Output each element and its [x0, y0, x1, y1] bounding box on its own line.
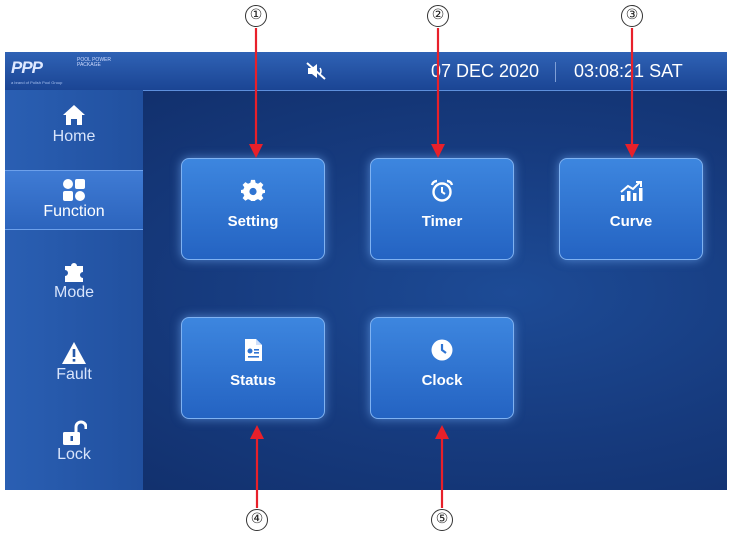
sidebar-item-label: Function: [43, 203, 105, 220]
callout-4: ④: [246, 509, 268, 531]
sidebar-item-label: Lock: [57, 446, 91, 463]
sidebar-item-lock[interactable]: Lock: [5, 414, 143, 472]
callout-2: ②: [427, 5, 449, 27]
brand-words: POOL POWER PACKAGE: [77, 57, 111, 68]
callout-5: ⑤: [431, 509, 453, 531]
sidebar-item-label: Fault: [56, 366, 92, 383]
brand-tagline: a brand of Polish Pool Group: [11, 80, 63, 85]
sidebar: Home Function Mode Fault Lock: [5, 90, 143, 490]
function-grid-icon: [63, 179, 85, 201]
speaker-muted-icon[interactable]: [305, 61, 327, 81]
alarm-clock-icon: [430, 179, 454, 202]
sidebar-item-function[interactable]: Function: [5, 170, 143, 230]
sidebar-item-label: Mode: [53, 284, 95, 301]
callout-1: ①: [245, 5, 267, 27]
clock-button[interactable]: Clock: [370, 317, 514, 419]
document-icon: [245, 339, 262, 361]
callout-3: ③: [621, 5, 643, 27]
status-bar: PPP POOL POWER PACKAGE a brand of Polish…: [5, 52, 727, 91]
gear-icon: [241, 179, 265, 202]
tile-label: Timer: [421, 213, 463, 230]
divider: [555, 62, 556, 82]
brand-logo: PPP: [11, 58, 43, 77]
tile-label: Curve: [609, 213, 653, 230]
setting-button[interactable]: Setting: [181, 158, 325, 260]
tile-label: Status: [230, 372, 276, 389]
home-icon: [63, 105, 85, 125]
sidebar-item-label: Home: [52, 128, 96, 145]
unlock-icon: [63, 420, 87, 445]
timer-button[interactable]: Timer: [370, 158, 514, 260]
device-screen: PPP POOL POWER PACKAGE a brand of Polish…: [5, 52, 727, 490]
tile-label: Setting: [227, 213, 279, 230]
status-button[interactable]: Status: [181, 317, 325, 419]
date-display: 07 DEC 2020: [431, 61, 540, 81]
sidebar-item-home[interactable]: Home: [5, 96, 143, 154]
warning-icon: [62, 342, 86, 364]
puzzle-icon: [65, 263, 83, 282]
sidebar-item-fault[interactable]: Fault: [5, 334, 143, 392]
time-display: 03:08:21 SAT: [574, 61, 683, 81]
curve-button[interactable]: Curve: [559, 158, 703, 260]
sidebar-item-mode[interactable]: Mode: [5, 252, 143, 310]
tile-label: Clock: [421, 372, 463, 389]
chart-icon: [620, 181, 643, 201]
clock-icon: [431, 339, 453, 361]
